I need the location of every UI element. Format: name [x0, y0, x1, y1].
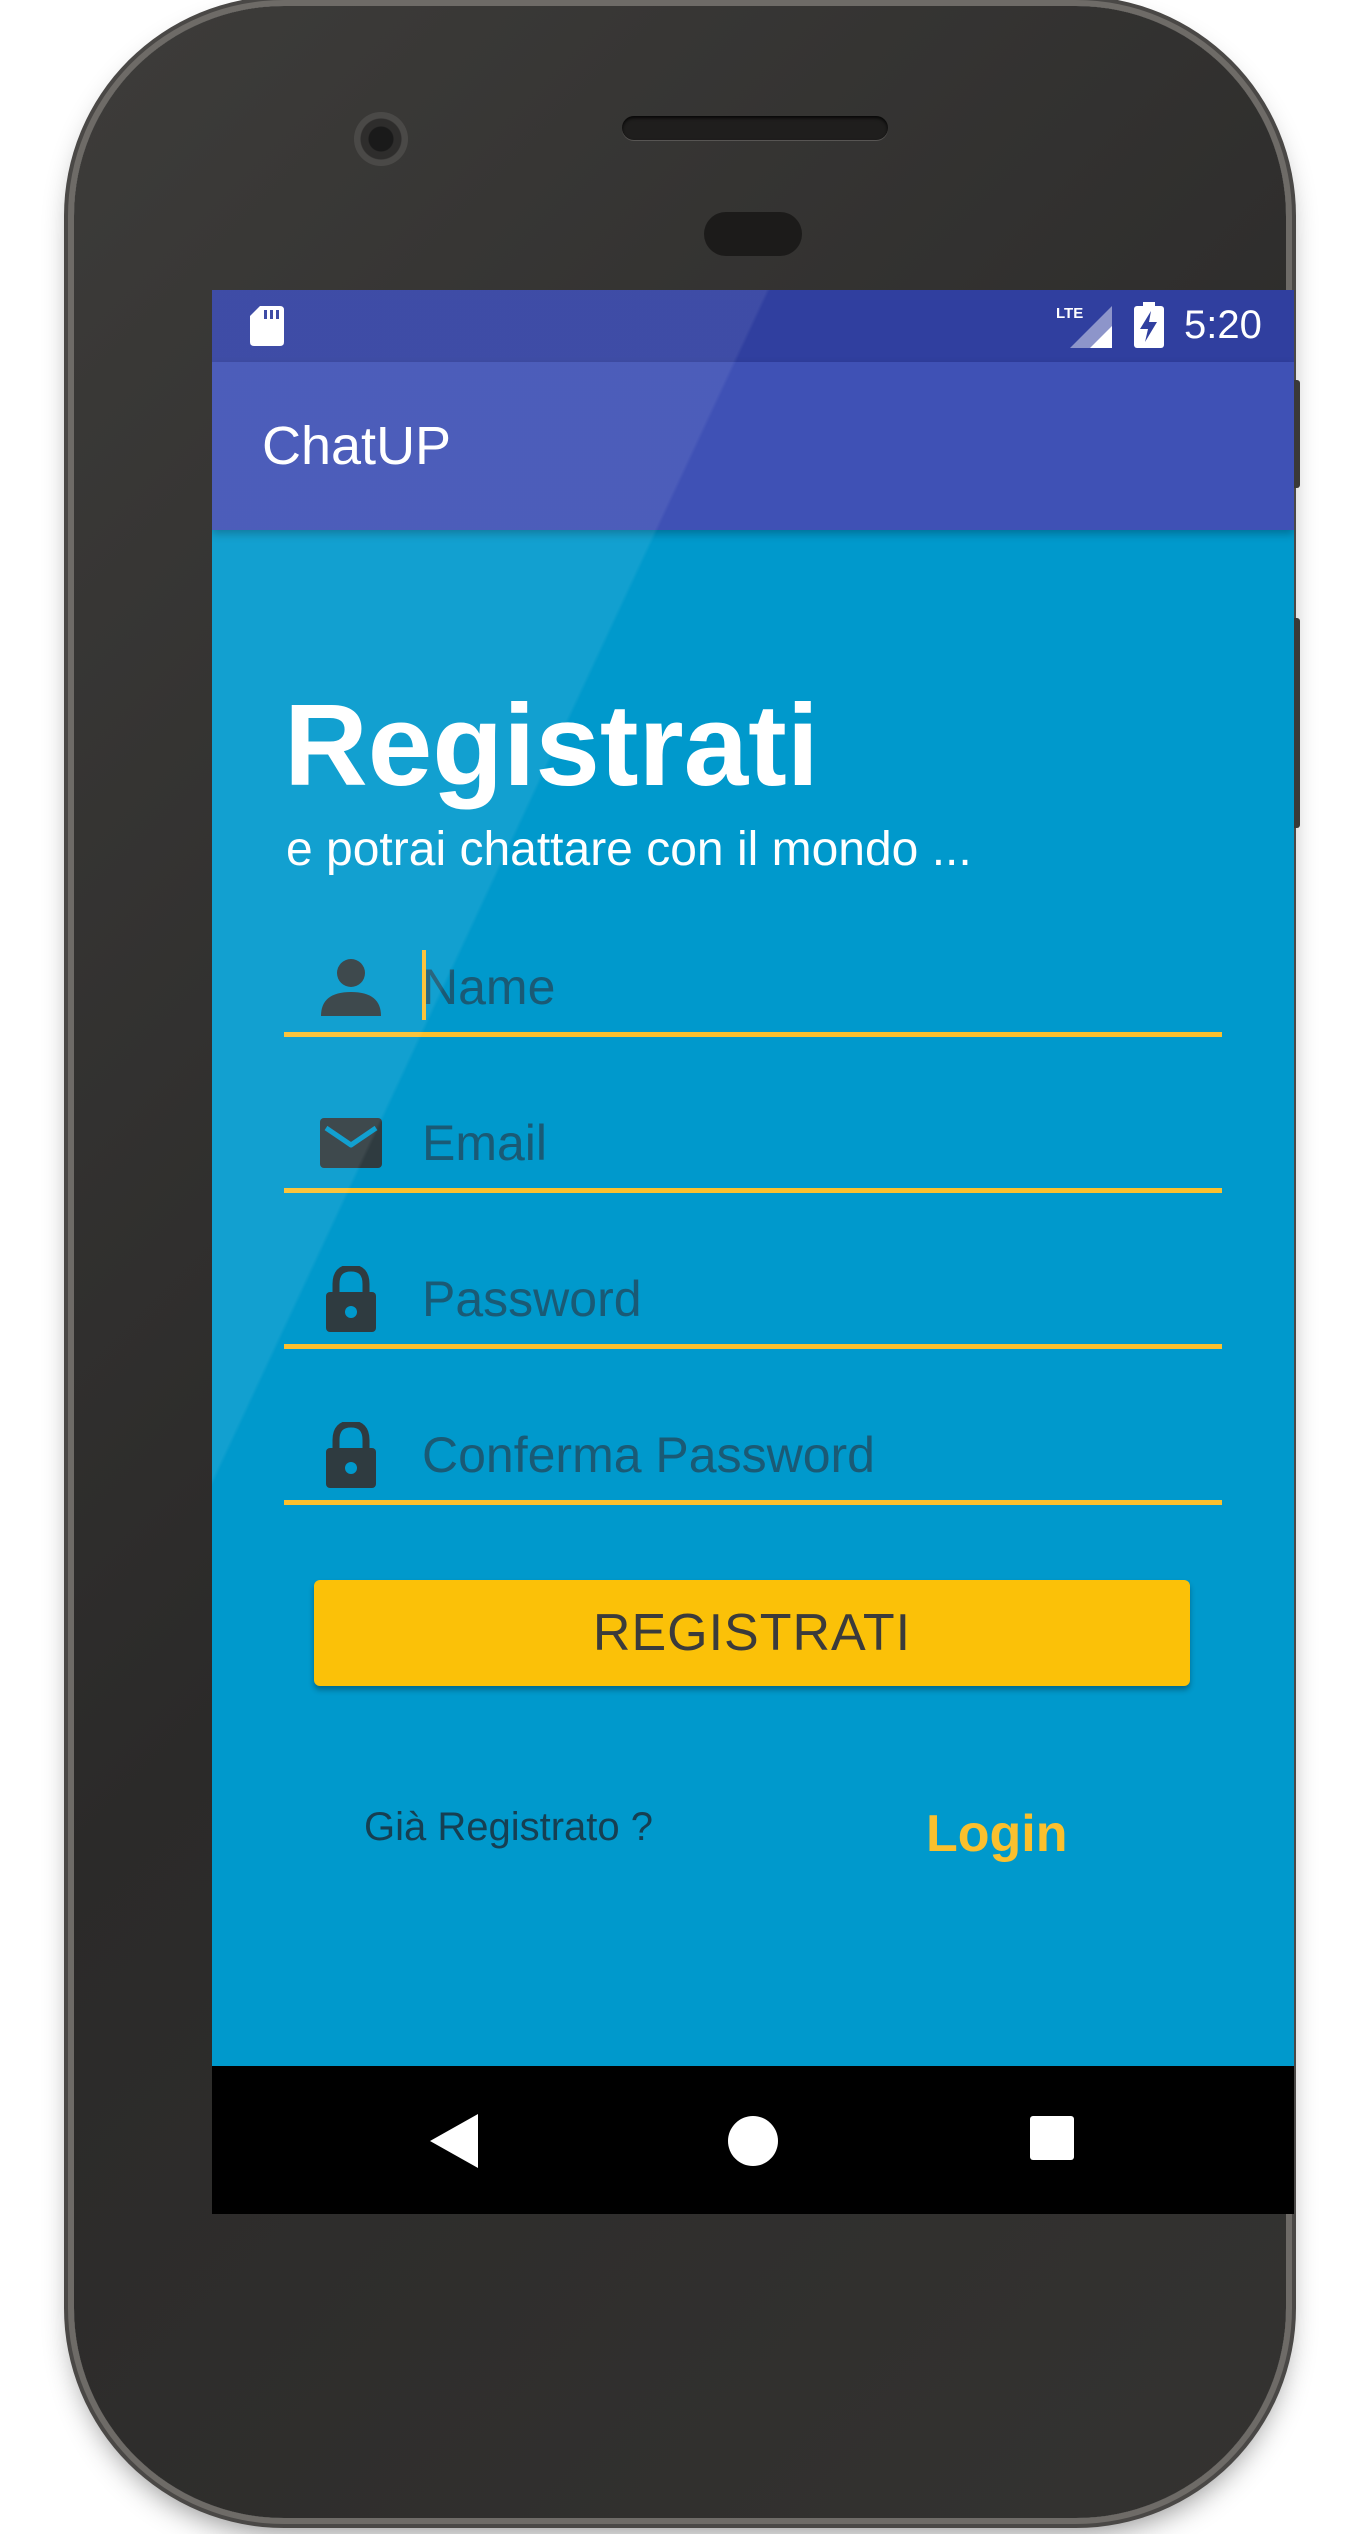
- home-icon[interactable]: [728, 2116, 778, 2166]
- confirm-password-input[interactable]: [422, 1420, 1202, 1490]
- name-input[interactable]: [422, 952, 1202, 1022]
- screen-glare: [212, 290, 1294, 2214]
- email-input[interactable]: [422, 1108, 1202, 1178]
- screen: LTE 5:20 ChatUP Registrati e potrai chat…: [212, 290, 1294, 2214]
- password-input[interactable]: [422, 1264, 1202, 1334]
- lte-signal-icon: LTE: [1056, 305, 1112, 348]
- lock-icon: [326, 1266, 376, 1332]
- lte-label: LTE: [1056, 305, 1083, 322]
- confirm-password-field[interactable]: [284, 1410, 1222, 1505]
- earpiece-speaker: [622, 116, 888, 140]
- front-camera: [354, 112, 408, 166]
- page-subtitle: e potrai chattare con il mondo ...: [286, 823, 972, 876]
- battery-charging-icon: [1134, 302, 1164, 348]
- register-button[interactable]: REGISTRATI: [314, 1580, 1190, 1686]
- app-bar: ChatUP: [212, 362, 1294, 530]
- sd-card-icon: [250, 306, 284, 346]
- text-cursor: [422, 950, 426, 1020]
- person-icon: [321, 959, 381, 1016]
- email-field[interactable]: [284, 1098, 1222, 1193]
- phone-frame: LTE 5:20 ChatUP Registrati e potrai chat…: [74, 6, 1300, 2518]
- already-registered-label: Già Registrato ?: [364, 1805, 654, 1849]
- clock: 5:20: [1184, 303, 1262, 347]
- status-bar: LTE 5:20: [212, 290, 1294, 362]
- app-title: ChatUP: [262, 416, 452, 476]
- navigation-bar: [212, 2066, 1294, 2214]
- recents-icon[interactable]: [1030, 2116, 1074, 2160]
- lock-icon: [326, 1422, 376, 1488]
- name-field[interactable]: [284, 942, 1222, 1037]
- back-icon[interactable]: [430, 2114, 480, 2168]
- page-title: Registrati: [284, 680, 820, 810]
- email-icon: [320, 1118, 382, 1168]
- password-field[interactable]: [284, 1254, 1222, 1349]
- login-link[interactable]: Login: [926, 1802, 1068, 1866]
- proximity-sensor: [704, 212, 802, 256]
